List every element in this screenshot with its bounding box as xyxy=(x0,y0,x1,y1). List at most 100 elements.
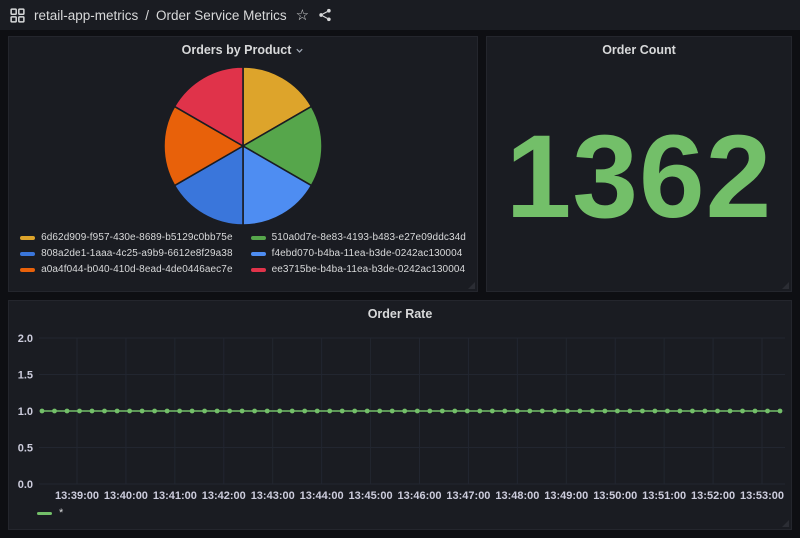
panel-resize-handle[interactable] xyxy=(782,520,789,527)
data-point-marker[interactable] xyxy=(515,409,520,414)
pie-legend: 6d62d909-f957-430e-8689-b5129c0bb75e 510a… xyxy=(9,232,477,275)
panel-title-orders-by-product[interactable]: Orders by Product xyxy=(9,37,477,63)
breadcrumb-separator: / xyxy=(145,8,149,23)
data-point-marker[interactable] xyxy=(527,409,532,414)
data-point-marker[interactable] xyxy=(690,409,695,414)
timeseries-legend-item[interactable]: * xyxy=(9,507,791,519)
panel-resize-handle[interactable] xyxy=(468,282,475,289)
legend-series-name: a0a4f044-b040-410d-8ead-4de0446aec7e xyxy=(41,264,233,275)
data-point-marker[interactable] xyxy=(140,409,145,414)
data-point-marker[interactable] xyxy=(502,409,507,414)
x-axis-tick-label: 13:52:00 xyxy=(691,490,735,502)
data-point-marker[interactable] xyxy=(127,409,132,414)
data-point-marker[interactable] xyxy=(653,409,658,414)
pie-legend-item[interactable]: f4ebd070-b4ba-11ea-b3de-0242ac130004 xyxy=(251,248,466,259)
data-point-marker[interactable] xyxy=(615,409,620,414)
stat-body: 1362 xyxy=(487,63,791,291)
data-point-marker[interactable] xyxy=(678,409,683,414)
legend-series-name: * xyxy=(59,507,63,519)
data-point-marker[interactable] xyxy=(152,409,157,414)
data-point-marker[interactable] xyxy=(427,409,432,414)
pie-legend-item[interactable]: a0a4f044-b040-410d-8ead-4de0446aec7e xyxy=(20,264,233,275)
star-icon[interactable]: ☆ xyxy=(296,8,309,23)
data-point-marker[interactable] xyxy=(102,409,107,414)
data-point-marker[interactable] xyxy=(490,409,495,414)
data-point-marker[interactable] xyxy=(115,409,120,414)
y-axis-tick-label: 0.0 xyxy=(18,479,33,491)
pie-legend-item[interactable]: 510a0d7e-8e83-4193-b483-e27e09ddc34d xyxy=(251,232,466,243)
data-point-marker[interactable] xyxy=(252,409,257,414)
pie-legend-item[interactable]: 808a2de1-1aaa-4c25-a9b9-6612e8f29a38 xyxy=(20,248,233,259)
data-point-marker[interactable] xyxy=(715,409,720,414)
x-axis-tick-label: 13:45:00 xyxy=(349,490,393,502)
legend-color-swatch xyxy=(20,268,35,272)
data-point-marker[interactable] xyxy=(352,409,357,414)
data-point-marker[interactable] xyxy=(540,409,545,414)
data-point-marker[interactable] xyxy=(740,409,745,414)
pie-legend-item[interactable]: ee3715be-b4ba-11ea-b3de-0242ac130004 xyxy=(251,264,466,275)
data-point-marker[interactable] xyxy=(340,409,345,414)
legend-series-name: 510a0d7e-8e83-4193-b483-e27e09ddc34d xyxy=(272,232,466,243)
data-point-marker[interactable] xyxy=(215,409,220,414)
x-axis-tick-label: 13:43:00 xyxy=(251,490,295,502)
data-point-marker[interactable] xyxy=(177,409,182,414)
data-point-marker[interactable] xyxy=(415,409,420,414)
data-point-marker[interactable] xyxy=(402,409,407,414)
breadcrumb-folder[interactable]: retail-app-metrics xyxy=(34,8,138,23)
data-point-marker[interactable] xyxy=(465,409,470,414)
data-point-marker[interactable] xyxy=(77,409,82,414)
dashboards-grid-icon[interactable] xyxy=(10,8,25,23)
pie-legend-item[interactable]: 6d62d909-f957-430e-8689-b5129c0bb75e xyxy=(20,232,233,243)
x-axis-tick-label: 13:49:00 xyxy=(544,490,588,502)
panel-title-order-rate[interactable]: Order Rate xyxy=(9,301,791,327)
timeseries-chart[interactable]: 2.01.51.00.50.013:39:0013:40:0013:41:001… xyxy=(9,327,791,505)
x-axis-tick-label: 13:51:00 xyxy=(642,490,686,502)
data-point-marker[interactable] xyxy=(390,409,395,414)
data-point-marker[interactable] xyxy=(452,409,457,414)
panel-resize-handle[interactable] xyxy=(782,282,789,289)
legend-series-name: ee3715be-b4ba-11ea-b3de-0242ac130004 xyxy=(272,264,466,275)
data-point-marker[interactable] xyxy=(590,409,595,414)
data-point-marker[interactable] xyxy=(552,409,557,414)
data-point-marker[interactable] xyxy=(665,409,670,414)
data-point-marker[interactable] xyxy=(603,409,608,414)
panel-title-text: Order Count xyxy=(602,43,676,57)
data-point-marker[interactable] xyxy=(765,409,770,414)
data-point-marker[interactable] xyxy=(440,409,445,414)
data-point-marker[interactable] xyxy=(302,409,307,414)
data-point-marker[interactable] xyxy=(377,409,382,414)
data-point-marker[interactable] xyxy=(240,409,245,414)
share-icon[interactable] xyxy=(318,8,332,22)
x-axis-tick-label: 13:41:00 xyxy=(153,490,197,502)
data-point-marker[interactable] xyxy=(227,409,232,414)
x-axis-tick-label: 13:50:00 xyxy=(593,490,637,502)
data-point-marker[interactable] xyxy=(165,409,170,414)
data-point-marker[interactable] xyxy=(315,409,320,414)
data-point-marker[interactable] xyxy=(477,409,482,414)
panel-title-order-count[interactable]: Order Count xyxy=(487,37,791,63)
data-point-marker[interactable] xyxy=(65,409,70,414)
panel-title-text: Orders by Product xyxy=(182,43,292,57)
pie-chart[interactable] xyxy=(160,63,326,229)
data-point-marker[interactable] xyxy=(90,409,95,414)
data-point-marker[interactable] xyxy=(565,409,570,414)
data-point-marker[interactable] xyxy=(778,409,783,414)
data-point-marker[interactable] xyxy=(640,409,645,414)
x-axis-tick-label: 13:53:00 xyxy=(740,490,784,502)
data-point-marker[interactable] xyxy=(703,409,708,414)
data-point-marker[interactable] xyxy=(265,409,270,414)
data-point-marker[interactable] xyxy=(202,409,207,414)
data-point-marker[interactable] xyxy=(52,409,57,414)
data-point-marker[interactable] xyxy=(277,409,282,414)
panel-title-text: Order Rate xyxy=(368,307,433,321)
data-point-marker[interactable] xyxy=(628,409,633,414)
data-point-marker[interactable] xyxy=(190,409,195,414)
data-point-marker[interactable] xyxy=(290,409,295,414)
data-point-marker[interactable] xyxy=(753,409,758,414)
data-point-marker[interactable] xyxy=(40,409,45,414)
data-point-marker[interactable] xyxy=(327,409,332,414)
data-point-marker[interactable] xyxy=(365,409,370,414)
legend-color-swatch xyxy=(251,252,266,256)
data-point-marker[interactable] xyxy=(578,409,583,414)
data-point-marker[interactable] xyxy=(728,409,733,414)
